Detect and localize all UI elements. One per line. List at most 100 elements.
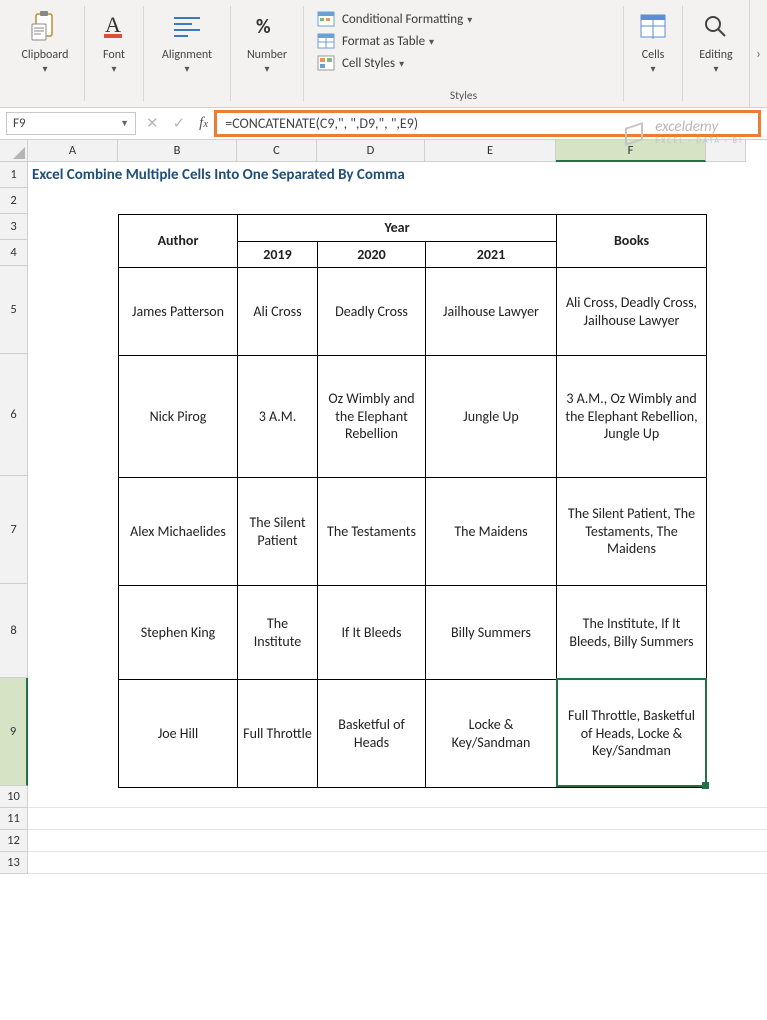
table-row: Joe Hill Full Throttle Basketful of Head…: [119, 680, 707, 788]
table-row: Stephen King The Institute If It Bleeds …: [119, 586, 707, 680]
cell[interactable]: Full Throttle: [238, 680, 318, 788]
cells-icon: [635, 8, 671, 44]
cell[interactable]: 3 A.M., Oz Wimbly and the Elephant Rebel…: [557, 356, 707, 478]
cells-label: Cells: [642, 48, 665, 62]
editing-button[interactable]: Editing▾: [694, 6, 738, 79]
row-header-1[interactable]: 1: [0, 162, 28, 188]
cell[interactable]: The Testaments: [318, 478, 426, 586]
row-header-8[interactable]: 8: [0, 584, 28, 678]
row-header-5[interactable]: 5: [0, 266, 28, 354]
worksheet[interactable]: Excel Combine Multiple Cells Into One Se…: [28, 162, 767, 902]
cell[interactable]: The Maidens: [426, 478, 557, 586]
table-row: James Patterson Ali Cross Deadly Cross J…: [119, 268, 707, 356]
row-header-4[interactable]: 4: [0, 240, 28, 266]
watermark-brand: exceldemy: [655, 118, 718, 136]
row-header-12[interactable]: 12: [0, 830, 28, 852]
header-books[interactable]: Books: [557, 215, 707, 268]
cell[interactable]: Stephen King: [119, 586, 238, 680]
col-header-E[interactable]: E: [425, 140, 556, 162]
cell[interactable]: 3 A.M.: [238, 356, 318, 478]
format-as-table-button[interactable]: Format as Table ▾: [312, 30, 532, 52]
chevron-down-icon: ▾: [184, 62, 189, 75]
cell[interactable]: James Patterson: [119, 268, 238, 356]
cell[interactable]: The Institute: [238, 586, 318, 680]
alignment-icon: [169, 8, 205, 44]
cell[interactable]: The Institute, If It Bleeds, Billy Summe…: [557, 586, 707, 680]
enter-icon[interactable]: ✓: [173, 114, 186, 133]
cell[interactable]: Jailhouse Lawyer: [426, 268, 557, 356]
clipboard-icon: [27, 8, 63, 44]
ribbon-group-clipboard: Clipboard▾: [6, 0, 84, 107]
name-box-value: F9: [13, 116, 26, 131]
cell-styles-icon: [316, 54, 336, 72]
cell[interactable]: Full Throttle, Basketful of Heads, Locke…: [557, 680, 707, 788]
chevron-down-icon: ▾: [111, 62, 116, 75]
row-headers: 1 2 3 4 5 6 7 8 9 10 11 12 13: [0, 162, 28, 902]
formula-text: =CONCATENATE(C9,", ",D9,", ",E9): [225, 115, 418, 132]
ribbon-group-editing: Editing▾: [683, 0, 749, 107]
font-button[interactable]: A Font▾: [92, 6, 136, 79]
cell[interactable]: Billy Summers: [426, 586, 557, 680]
ribbon-group-number: % Number▾: [231, 0, 303, 107]
cancel-icon[interactable]: ✕: [146, 114, 159, 133]
header-year[interactable]: Year: [238, 215, 557, 242]
cell[interactable]: Basketful of Heads: [318, 680, 426, 788]
cell[interactable]: Oz Wimbly and the Elephant Rebellion: [318, 356, 426, 478]
row-header-7[interactable]: 7: [0, 476, 28, 584]
row-header-11[interactable]: 11: [0, 808, 28, 830]
cell[interactable]: Deadly Cross: [318, 268, 426, 356]
cell[interactable]: Nick Pirog: [119, 356, 238, 478]
chevron-down-icon: ▾: [42, 62, 47, 75]
sheet-title: Excel Combine Multiple Cells Into One Se…: [28, 162, 405, 188]
col-header-A[interactable]: A: [28, 140, 118, 162]
cell[interactable]: Alex Michaelides: [119, 478, 238, 586]
clipboard-label: Clipboard: [22, 48, 69, 62]
col-header-D[interactable]: D: [317, 140, 425, 162]
row-header-9[interactable]: 9: [0, 678, 28, 786]
number-button[interactable]: % Number▾: [243, 6, 291, 79]
styles-group-label: Styles: [304, 89, 623, 103]
ribbon: Clipboard▾ A Font▾ Alignment▾ % Number▾: [0, 0, 767, 108]
header-2021[interactable]: 2021: [426, 241, 557, 268]
percent-icon: %: [249, 8, 285, 44]
row-header-13[interactable]: 13: [0, 852, 28, 874]
fx-icon[interactable]: fx: [199, 115, 208, 132]
alignment-button[interactable]: Alignment▾: [158, 6, 216, 79]
number-label: Number: [247, 48, 287, 62]
col-header-B[interactable]: B: [118, 140, 237, 162]
cell-styles-button[interactable]: Cell Styles▾: [312, 52, 532, 74]
chevron-down-icon: ▾: [713, 62, 718, 75]
editing-icon: [698, 8, 734, 44]
data-table: Author Year Books 2019 2020 2021 James P…: [118, 214, 707, 788]
watermark-tag: EXCEL · DATA · BI: [655, 136, 743, 146]
cell[interactable]: The Silent Patient: [238, 478, 318, 586]
chevron-down-icon: ▾: [429, 35, 434, 48]
row-header-10[interactable]: 10: [0, 786, 28, 808]
cell[interactable]: Ali Cross: [238, 268, 318, 356]
cell[interactable]: Jungle Up: [426, 356, 557, 478]
font-label: Font: [103, 48, 125, 62]
header-2020[interactable]: 2020: [318, 241, 426, 268]
row-header-2[interactable]: 2: [0, 188, 28, 214]
header-author[interactable]: Author: [119, 215, 238, 268]
cells-button[interactable]: Cells▾: [631, 6, 675, 79]
format-as-table-label: Format as Table: [342, 34, 425, 49]
cell[interactable]: The Silent Patient, The Testaments, The …: [557, 478, 707, 586]
cell[interactable]: Locke & Key/Sandman: [426, 680, 557, 788]
row-header-6[interactable]: 6: [0, 354, 28, 476]
col-header-C[interactable]: C: [237, 140, 317, 162]
header-2019[interactable]: 2019: [238, 241, 318, 268]
font-icon: A: [96, 8, 132, 44]
clipboard-button[interactable]: Clipboard▾: [18, 6, 73, 79]
table-row: Nick Pirog 3 A.M. Oz Wimbly and the Elep…: [119, 356, 707, 478]
conditional-formatting-button[interactable]: Conditional Formatting▾: [312, 8, 532, 30]
svg-text:A: A: [105, 12, 121, 37]
select-all-corner[interactable]: [0, 140, 28, 162]
name-box[interactable]: F9 ▼: [6, 112, 136, 135]
ribbon-scroll-right[interactable]: ›: [749, 0, 767, 107]
row-header-3[interactable]: 3: [0, 214, 28, 240]
cell[interactable]: Ali Cross, Deadly Cross, Jailhouse Lawye…: [557, 268, 707, 356]
format-as-table-icon: [316, 32, 336, 50]
cell[interactable]: Joe Hill: [119, 680, 238, 788]
cell[interactable]: If It Bleeds: [318, 586, 426, 680]
